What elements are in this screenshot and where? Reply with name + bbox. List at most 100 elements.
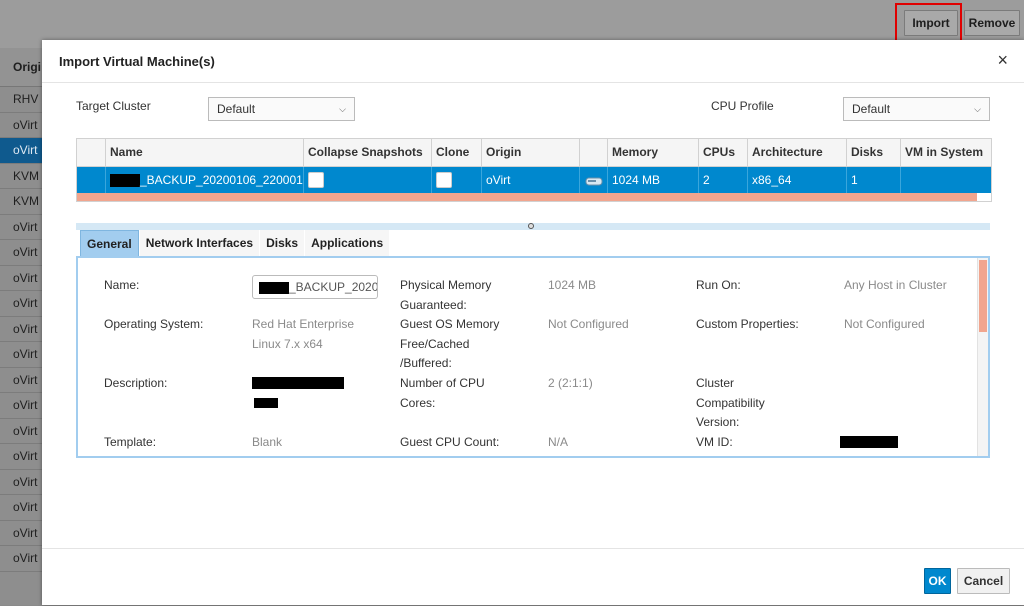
table-row: oVirt (0, 113, 42, 138)
os-value-line2: Linux 7.x x64 (252, 336, 323, 351)
os-value-line1: Red Hat Enterprise (252, 317, 355, 331)
compat-version-label-line1: Cluster (696, 376, 735, 390)
physical-memory-label-line2: Guaranteed: (400, 297, 467, 312)
custom-properties-value: Not Configured (844, 317, 925, 331)
col-header-origin[interactable]: Origin (482, 139, 580, 166)
row-architecture: x86_64 (748, 167, 847, 193)
description-label: Description: (104, 376, 168, 390)
vm-name-input[interactable]: _BACKUP_2020( (252, 275, 378, 299)
vm-table-header: Name Collapse Snapshots Clone Origin Mem… (77, 139, 991, 167)
tab-applications[interactable]: Applications (305, 230, 390, 256)
row-select-cell[interactable] (77, 167, 106, 193)
run-on-label: Run On: (696, 278, 741, 292)
table-row: oVirt (0, 291, 42, 317)
redacted-block (110, 174, 140, 188)
guest-memory-label-line2: Free/Cached (400, 336, 470, 351)
table-row: oVirt (0, 470, 42, 495)
physical-memory-label-line1: Physical Memory (400, 278, 492, 292)
cancel-button[interactable]: Cancel (957, 568, 1010, 594)
compat-version-label-line2: Compatibility (696, 395, 765, 410)
cpu-profile-select[interactable]: Default ⌵ (843, 97, 990, 121)
dialog-header: Import Virtual Machine(s) × (42, 40, 1024, 83)
compat-version-label-line3: Version: (696, 415, 740, 429)
redacted-block (259, 281, 289, 294)
guest-memory-value: Not Configured (548, 317, 629, 331)
row-disks: 1 (847, 167, 901, 193)
table-row: oVirt (0, 138, 42, 164)
row-icon-cell (580, 167, 608, 193)
redacted-description-2 (254, 398, 278, 408)
table-row: oVirt (0, 342, 42, 368)
cpu-profile-value: Default (852, 102, 891, 116)
col-header-vm-in-system[interactable]: VM in System (901, 139, 991, 166)
row-name: _BACKUP_20200106_220001 (140, 173, 303, 187)
table-row: oVirt (0, 266, 42, 291)
table-row: oVirt (0, 495, 42, 521)
col-header-cpus[interactable]: CPUs (699, 139, 748, 166)
vertical-scrollbar[interactable] (977, 258, 988, 456)
table-row: oVirt (0, 546, 42, 572)
tab-disks[interactable]: Disks (260, 230, 305, 256)
row-collapse-snapshots-cell (304, 167, 432, 193)
table-row: RHV (0, 87, 42, 113)
row-origin: oVirt (482, 167, 580, 193)
cpu-profile-label: CPU Profile (711, 99, 774, 113)
clone-checkbox[interactable] (436, 171, 452, 188)
import-vm-dialog: Import Virtual Machine(s) × Target Clust… (42, 40, 1024, 605)
vm-id-label: VM ID: (696, 435, 733, 449)
redacted-description (252, 377, 344, 389)
col-header-icon (580, 139, 608, 166)
import-highlight-box (895, 3, 962, 43)
ok-button[interactable]: OK (924, 568, 951, 594)
scrollbar-thumb[interactable] (979, 260, 987, 332)
physical-memory-value: 1024 MB (548, 278, 597, 292)
tab-general[interactable]: General (80, 230, 139, 256)
target-cluster-label: Target Cluster (76, 99, 151, 113)
col-header-architecture[interactable]: Architecture (748, 139, 847, 166)
disk-icon (585, 177, 603, 186)
custom-properties-label: Custom Properties: (696, 317, 799, 331)
table-row[interactable]: _BACKUP_20200106_220001 oVirt 1024 MB 2 … (77, 167, 991, 193)
chevron-down-icon: ⌵ (974, 103, 981, 114)
remove-button[interactable]: Remove (964, 10, 1020, 36)
close-icon[interactable]: × (997, 50, 1008, 71)
template-value: Blank (252, 435, 283, 449)
general-details-panel: Name: _BACKUP_2020( Operating System: Re… (76, 256, 990, 458)
table-row: oVirt (0, 317, 42, 342)
os-label: Operating System: (104, 317, 204, 331)
target-cluster-select[interactable]: Default ⌵ (208, 97, 355, 121)
table-row: oVirt (0, 419, 42, 444)
target-cluster-value: Default (217, 102, 256, 116)
guest-cpu-label: Guest CPU Count: (400, 435, 500, 449)
col-header-clone[interactable]: Clone (432, 139, 482, 166)
cpu-cores-label-line2: Cores: (400, 395, 436, 410)
horizontal-scrollbar[interactable] (77, 193, 977, 201)
table-row: KVM (0, 164, 42, 189)
row-clone-cell (432, 167, 482, 193)
col-header-select[interactable] (77, 139, 106, 166)
name-label: Name: (104, 278, 140, 292)
cpu-cores-label-line1: Number of CPU (400, 376, 485, 390)
table-row: oVirt (0, 215, 42, 240)
origin-column-header: Origi (0, 48, 42, 87)
guest-memory-label-line1: Guest OS Memory (400, 317, 500, 331)
col-header-collapse-snapshots[interactable]: Collapse Snapshots (304, 139, 432, 166)
col-header-memory[interactable]: Memory (608, 139, 699, 166)
tab-network-interfaces[interactable]: Network Interfaces (139, 230, 260, 256)
collapse-snapshots-checkbox[interactable] (308, 171, 324, 188)
col-header-name[interactable]: Name (106, 139, 304, 166)
table-row: oVirt (0, 444, 42, 470)
row-name-cell: _BACKUP_20200106_220001 (106, 167, 304, 193)
row-cpus: 2 (699, 167, 748, 193)
col-header-disks[interactable]: Disks (847, 139, 901, 166)
splitter-handle-icon[interactable] (528, 223, 534, 229)
chevron-down-icon: ⌵ (339, 103, 346, 114)
row-vm-in-system (901, 167, 991, 193)
dialog-footer: OK Cancel (42, 548, 1024, 606)
redacted-vm-id (840, 436, 898, 448)
table-row: oVirt (0, 521, 42, 546)
table-row: oVirt (0, 240, 42, 266)
cpu-cores-value: 2 (2:1:1) (548, 376, 593, 390)
panel-splitter[interactable] (76, 223, 990, 230)
background-origin-column: Origi RHV oVirt oVirt KVM KVM oVirt oVirt oVirt… (0, 48, 42, 605)
